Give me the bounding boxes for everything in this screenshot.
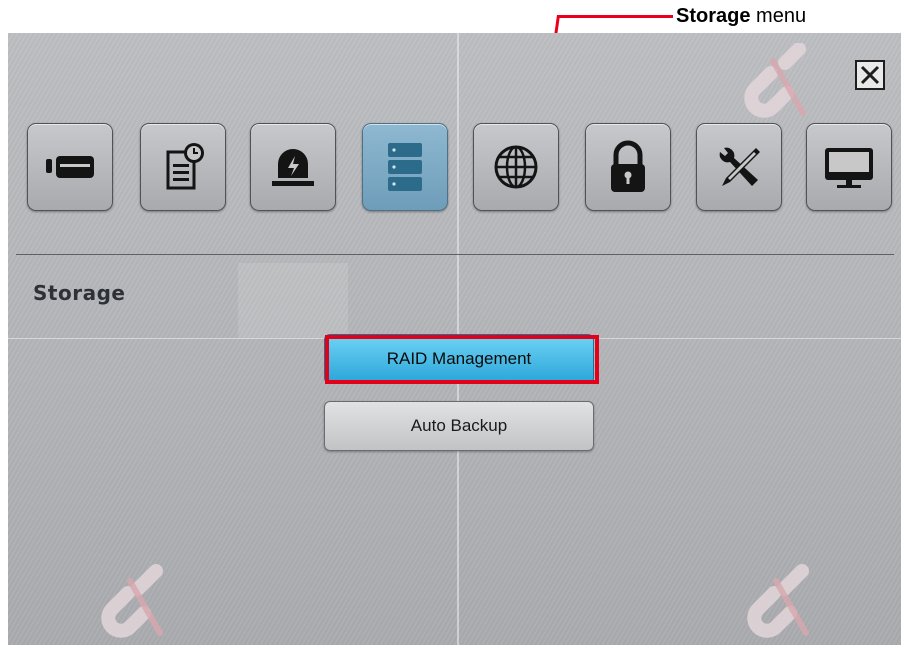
system-tools-icon	[719, 147, 760, 186]
close-button[interactable]	[855, 60, 885, 90]
callout-bold-text: Storage	[676, 5, 751, 27]
raid-management-button[interactable]: RAID Management	[324, 334, 594, 384]
auto-backup-button[interactable]: Auto Backup	[324, 401, 594, 451]
callout-label: Storage menu	[676, 5, 806, 28]
toolbar-camera-button[interactable]	[27, 123, 113, 211]
settings-panel: Storage RAID Management Auto Backup	[8, 33, 901, 645]
section-title: Storage	[33, 281, 126, 305]
close-icon	[860, 65, 880, 85]
security-lock-icon	[611, 140, 645, 192]
toolbar-event-button[interactable]	[250, 123, 336, 211]
toolbar-schedule-button[interactable]	[140, 123, 226, 211]
section-divider	[16, 254, 894, 255]
watermark-link-icon	[744, 43, 806, 118]
network-globe-icon	[494, 145, 538, 189]
watermark-link-icon	[747, 564, 809, 638]
display-monitor-icon	[825, 148, 873, 188]
toolbar-storage-button[interactable]	[362, 123, 448, 211]
toolbar-network-button[interactable]	[473, 123, 559, 211]
schedule-record-icon	[166, 143, 204, 190]
toolbar-tools-button[interactable]	[696, 123, 782, 211]
storage-icon	[388, 143, 422, 191]
event-alarm-icon	[272, 149, 314, 186]
watermark-link-icon	[101, 564, 163, 638]
callout-line	[559, 15, 673, 18]
panel-light-patch	[238, 263, 348, 338]
toolbar-display-button[interactable]	[806, 123, 892, 211]
callout-text: menu	[756, 5, 807, 27]
camera-device-icon	[46, 156, 94, 178]
toolbar-security-button[interactable]	[585, 123, 671, 211]
